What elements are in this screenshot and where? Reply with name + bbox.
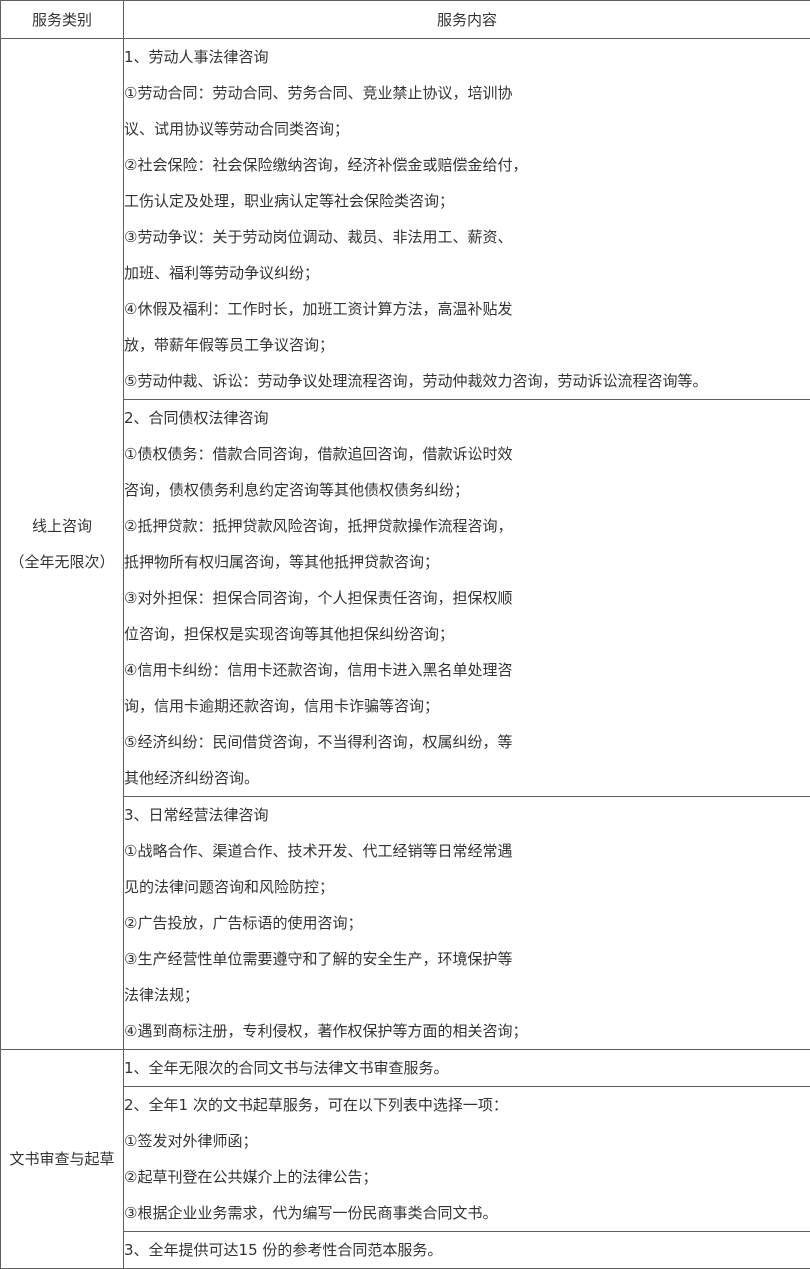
section-heading: 1、劳动人事法律咨询 <box>124 48 269 66</box>
section-heading: 1、全年无限次的合同文书与法律文书审查服务。 <box>124 1059 449 1077</box>
content-line: 放，带薪年假等员工争议咨询； <box>124 336 335 354</box>
content-line: 咨询，债权债务利息约定咨询等其他债权债务纠纷； <box>124 481 470 499</box>
section-heading: 2、全年1 次的文书起草服务，可在以下列表中选择一项： <box>124 1096 508 1114</box>
header-category: 服务类别 <box>0 0 124 39</box>
content-line: ①劳动合同：劳动合同、劳务合同、竞业禁止协议，培训协 <box>124 84 513 102</box>
service-content-cell: 2、合同债权法律咨询 ①债权债务：借款合同咨询，借款追回咨询，借款诉讼时效 咨询，债… <box>123 399 810 797</box>
content-line: ②广告投放，广告标语的使用咨询； <box>124 914 363 932</box>
content-line: 加班、福利等劳动争议纠纷； <box>124 264 320 282</box>
content-line: ②起草刊登在公共媒介上的法律公告； <box>124 1168 378 1186</box>
content-line: ③对外担保：担保合同咨询，个人担保责任咨询，担保权顺 <box>124 589 513 607</box>
section-heading: 3、全年提供可达15 份的参考性合同范本服务。 <box>124 1241 443 1259</box>
content-line: 议、试用协议等劳动合同类咨询； <box>124 120 350 138</box>
content-line: 抵押物所有权归属咨询，等其他抵押贷款咨询； <box>124 553 440 571</box>
table-row: 线上咨询 （全年无限次） 1、劳动人事法律咨询 ①劳动合同：劳动合同、劳务合同、竞业禁… <box>0 38 810 1050</box>
content-line: ④遇到商标注册，专利侵权，著作权保护等方面的相关咨询； <box>124 1022 528 1040</box>
service-content-cell: 3、日常经营法律咨询 ①战略合作、渠道合作、技术开发、代工经销等日常经常遇 见的法律… <box>123 796 810 1050</box>
content-line: 法律法规； <box>124 986 200 1004</box>
service-content-cell: 3、全年提供可达15 份的参考性合同范本服务。 <box>123 1231 810 1269</box>
header-row: 服务类别 服务内容 <box>0 0 810 39</box>
content-line: 工伤认定及处理，职业病认定等社会保险类咨询； <box>124 192 455 210</box>
content-line: ③根据企业业务需求，代为编写一份民商事类合同文书。 <box>124 1204 498 1222</box>
header-content: 服务内容 <box>123 0 810 39</box>
content-line: ⑤经济纠纷：民间借贷咨询，不当得利咨询，权属纠纷，等 <box>124 733 513 751</box>
content-line: ④信用卡纠纷：信用卡还款咨询，信用卡进入黑名单处理咨 <box>124 661 513 679</box>
content-line: ③劳动争议：关于劳动岗位调动、裁员、非法用工、薪资、 <box>124 228 513 246</box>
content-line: 位咨询，担保权是实现咨询等其他担保纠纷咨询； <box>124 625 455 643</box>
table-row: 文书审查与起草 1、全年无限次的合同文书与法律文书审查服务。 <box>0 1049 810 1269</box>
service-content-cell: 2、全年1 次的文书起草服务，可在以下列表中选择一项： ①签发对外律师函； ②起草刊… <box>123 1086 810 1232</box>
content-line: 见的法律问题咨询和风险防控； <box>124 878 335 896</box>
content-line: 询，信用卡逾期还款咨询，信用卡诈骗等咨询； <box>124 697 440 715</box>
service-category-label: （全年无限次） <box>9 553 115 571</box>
content-line: 其他经济纠纷咨询。 <box>124 769 260 787</box>
service-content-cell: 1、劳动人事法律咨询 ①劳动合同：劳动合同、劳务合同、竞业禁止协议，培训协 议、试用… <box>123 38 810 400</box>
content-line: ②社会保险：社会保险缴纳咨询，经济补偿金或赔偿金给付， <box>124 156 528 174</box>
section-heading: 2、合同债权法律咨询 <box>124 409 269 427</box>
service-category-cell: 线上咨询 （全年无限次） <box>0 38 124 1050</box>
service-category-label: 线上咨询 <box>31 517 92 535</box>
section-heading: 3、日常经营法律咨询 <box>124 806 269 824</box>
content-line: ①签发对外律师函； <box>124 1132 258 1150</box>
service-content-cell: 1、全年无限次的合同文书与法律文书审查服务。 <box>123 1049 810 1087</box>
content-line: ②抵押贷款：抵押贷款风险咨询，抵押贷款操作流程咨询， <box>124 517 513 535</box>
service-category-label: 文书审查与起草 <box>9 1150 115 1168</box>
content-line: ④休假及福利：工作时长，加班工资计算方法，高温补贴发 <box>124 300 513 318</box>
content-line: ①债权债务：借款合同咨询，借款追回咨询，借款诉讼时效 <box>124 445 513 463</box>
service-table: 服务类别 服务内容 线上咨询 （全年无限次） 1、劳动人事法律咨询 ①劳动合同：劳动合… <box>0 0 810 1269</box>
content-line: ⑤劳动仲裁、诉讼：劳动争议处理流程咨询，劳动仲裁效力咨询，劳动诉讼流程咨询等。 <box>124 372 708 390</box>
content-line: ①战略合作、渠道合作、技术开发、代工经销等日常经常遇 <box>124 842 513 860</box>
service-category-cell: 文书审查与起草 <box>0 1049 124 1269</box>
content-line: ③生产经营性单位需要遵守和了解的安全生产，环境保护等 <box>124 950 513 968</box>
